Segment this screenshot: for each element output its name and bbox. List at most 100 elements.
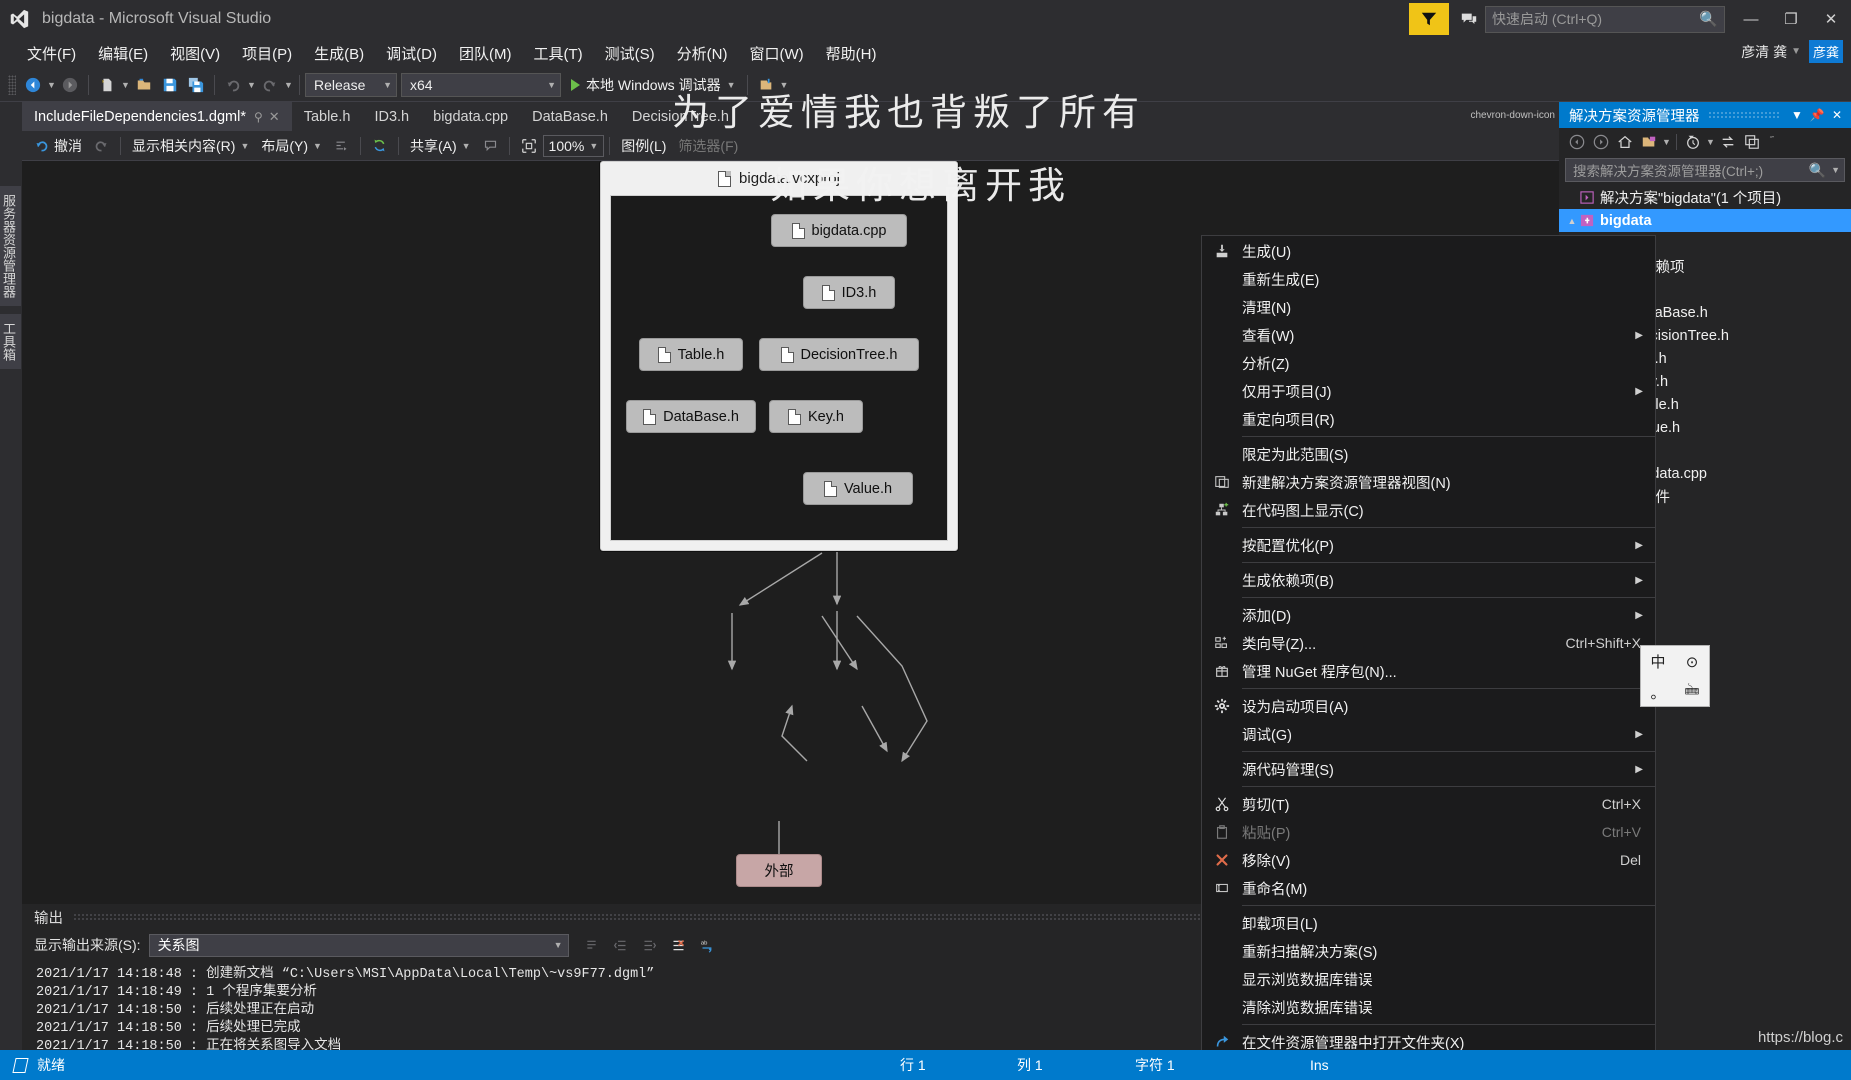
chevron-down-icon[interactable]: ▼ <box>383 80 392 90</box>
menu-item-project[interactable]: 项目(P) <box>231 39 303 68</box>
toolbar-grip[interactable] <box>8 74 16 95</box>
menu-item-view[interactable]: 查看(W) ▶ <box>1202 321 1655 349</box>
menu-item-manage-nuget-packages[interactable]: 管理 NuGet 程序包(N)... <box>1202 657 1655 685</box>
save-all-icon[interactable] <box>183 72 209 98</box>
ime-half-width-icon[interactable]: ⊙ <box>1675 646 1709 677</box>
solution-explorer-search-input[interactable]: 搜索解决方案资源管理器(Ctrl+;) 🔍 ▼ <box>1565 158 1845 182</box>
send-feedback-icon[interactable] <box>1453 3 1485 35</box>
menu-item-rebuild[interactable]: 重新生成(E) <box>1202 265 1655 293</box>
tab-decisiontree-h[interactable]: DecisionTree.h <box>620 102 741 131</box>
menu-item-debug[interactable]: 调试(D) <box>375 39 448 68</box>
fit-to-window-icon[interactable] <box>515 134 543 158</box>
back-history-chevron-down-icon[interactable]: ▼ <box>46 72 57 98</box>
chevron-down-icon[interactable]: ▼ <box>547 80 556 90</box>
menu-item-edit[interactable]: 编辑(E) <box>87 39 159 68</box>
menu-item-remove[interactable]: 移除(V) Del <box>1202 846 1655 874</box>
chevron-down-icon[interactable]: ▼ <box>589 141 598 151</box>
twisty-expanded-icon[interactable]: ▲ <box>1565 216 1579 226</box>
menu-item-clean[interactable]: 清理(N) <box>1202 293 1655 321</box>
properties-window-icon[interactable]: “” <box>1764 131 1788 153</box>
comment-icon[interactable] <box>477 134 504 158</box>
layout-direction-icon[interactable] <box>328 134 355 158</box>
menu-item-team[interactable]: 团队(M) <box>448 39 523 68</box>
menu-item-new-solution-explorer-view[interactable]: 新建解决方案资源管理器视图(N) <box>1202 468 1655 496</box>
menu-item-analyze[interactable]: 分析(Z) <box>1202 349 1655 377</box>
menu-item-set-as-startup-project[interactable]: 设为启动项目(A) <box>1202 692 1655 720</box>
node-decisiontree-h[interactable]: DecisionTree.h <box>759 338 919 371</box>
vtab-server-explorer[interactable]: 服务器资源管理器 <box>0 186 21 306</box>
chevron-down-icon[interactable]: ▼ <box>1661 137 1672 147</box>
quick-launch-input[interactable]: 快速启动 (Ctrl+Q) 🔍 <box>1485 5 1725 33</box>
chevron-down-icon[interactable]: ▼ <box>462 141 471 151</box>
close-button[interactable]: ✕ <box>1811 0 1851 38</box>
chevron-down-icon[interactable]: ▼ <box>1705 137 1716 147</box>
legend-button[interactable]: 图例(L) <box>615 134 672 158</box>
chevron-down-icon[interactable]: ▼ <box>1831 165 1840 175</box>
menu-item-help[interactable]: 帮助(H) <box>815 39 888 68</box>
feedback-flag-icon[interactable] <box>1409 3 1449 35</box>
menu-item-test[interactable]: 测试(S) <box>594 39 666 68</box>
menu-item-retarget-project[interactable]: 重定向项目(R) <box>1202 405 1655 433</box>
panel-grip[interactable] <box>1707 110 1779 120</box>
node-bigdata-cpp[interactable]: bigdata.cpp <box>771 214 907 247</box>
navigate-back-icon[interactable] <box>20 72 46 98</box>
menu-item-show-browse-database-errors[interactable]: 显示浏览数据库错误 <box>1202 965 1655 993</box>
menu-item-view[interactable]: 视图(V) <box>159 39 231 68</box>
search-icon[interactable]: 🔍 <box>1809 162 1826 179</box>
search-icon[interactable]: 🔍 <box>1699 10 1718 28</box>
maximize-button[interactable]: ❐ <box>1771 0 1811 38</box>
menu-item-unload-project[interactable]: 卸载项目(L) <box>1202 909 1655 937</box>
pin-icon[interactable]: ⚲ <box>254 110 263 124</box>
chevron-down-icon[interactable]: ▼ <box>727 80 736 90</box>
menu-item-show-on-code-map[interactable]: 在代码图上显示(C) <box>1202 496 1655 524</box>
ime-punctuation-icon[interactable]: 。 <box>1641 677 1675 708</box>
ime-toolbox-icon[interactable]: 🖮 <box>1675 677 1709 708</box>
menu-item-file[interactable]: 文件(F) <box>16 39 87 68</box>
toggle-word-wrap-icon[interactable]: ab <box>695 933 721 957</box>
chevron-down-icon[interactable]: ▼ <box>1791 46 1801 57</box>
attach-chevron-down-icon[interactable]: ▼ <box>779 72 790 98</box>
configuration-combobox[interactable]: Release ▼ <box>305 72 397 97</box>
node-key-h[interactable]: Key.h <box>769 400 863 433</box>
node-database-h[interactable]: DataBase.h <box>626 400 756 433</box>
menu-item-debug[interactable]: 调试(G) ▶ <box>1202 720 1655 748</box>
node-id3-h[interactable]: ID3.h <box>803 276 895 309</box>
node-external[interactable]: 外部 <box>736 854 822 887</box>
ime-mode-chinese[interactable]: 中 <box>1641 646 1675 677</box>
chevron-down-icon[interactable]: ▼ <box>240 141 249 151</box>
menu-item-window[interactable]: 窗口(W) <box>738 39 814 68</box>
menu-item-profile-guided-optimization[interactable]: 按配置优化(P) ▶ <box>1202 531 1655 559</box>
menu-item-rename[interactable]: 重命名(M) <box>1202 874 1655 902</box>
pending-changes-filter-icon[interactable] <box>1681 131 1705 153</box>
menu-item-build[interactable]: 生成(B) <box>303 39 375 68</box>
menu-item-project-only[interactable]: 仅用于项目(J) ▶ <box>1202 377 1655 405</box>
menu-item-source-control[interactable]: 源代码管理(S) ▶ <box>1202 755 1655 783</box>
menu-item-rescan-solution[interactable]: 重新扫描解决方案(S) <box>1202 937 1655 965</box>
project-context-menu[interactable]: 生成(U) 重新生成(E) 清理(N) 查看(W) ▶ 分析(Z) 仅用于项目(… <box>1200 235 1657 1080</box>
undo-button[interactable]: 撤消 <box>28 134 88 158</box>
menu-item-build-dependencies[interactable]: 生成依赖项(B) ▶ <box>1202 566 1655 594</box>
refresh-icon[interactable] <box>1716 131 1740 153</box>
vtab-toolbox[interactable]: 工具箱 <box>0 314 21 369</box>
start-debugging-button[interactable]: 本地 Windows 调试器 ▼ <box>565 72 742 98</box>
tree-item-bigdata-project[interactable]: ▲ bigdata <box>1559 209 1851 232</box>
new-file-icon[interactable] <box>94 72 120 98</box>
project-container-node[interactable]: bigdata.vcxproj bigdata.cpp ID3.h Table.… <box>600 161 958 551</box>
tab-includefiledependencies-dgml[interactable]: IncludeFileDependencies1.dgml* ⚲ ✕ <box>22 102 292 131</box>
chevron-down-icon[interactable]: ▼ <box>1787 105 1807 125</box>
navigate-forward-icon[interactable] <box>57 72 83 98</box>
home-icon[interactable] <box>1613 131 1637 153</box>
menu-item-scope-to-this[interactable]: 限定为此范围(S) <box>1202 440 1655 468</box>
ime-indicator-popup[interactable]: 中 ⊙ 。 🖮 <box>1640 645 1710 707</box>
output-source-combobox[interactable]: 关系图 ▼ <box>148 933 569 957</box>
tree-item-solution[interactable]: 解决方案"bigdata"(1 个项目) <box>1559 186 1851 209</box>
refresh-icon[interactable] <box>366 134 393 158</box>
share-button[interactable]: 共享(A) ▼ <box>404 134 477 158</box>
new-file-chevron-down-icon[interactable]: ▼ <box>120 72 131 98</box>
chevron-down-icon[interactable]: ▼ <box>313 141 322 151</box>
menu-item-tools[interactable]: 工具(T) <box>522 39 593 68</box>
node-table-h[interactable]: Table.h <box>639 338 743 371</box>
close-icon[interactable]: ✕ <box>269 109 280 125</box>
sync-with-active-document-icon[interactable] <box>1637 131 1661 153</box>
clear-window-icon[interactable] <box>666 933 692 957</box>
